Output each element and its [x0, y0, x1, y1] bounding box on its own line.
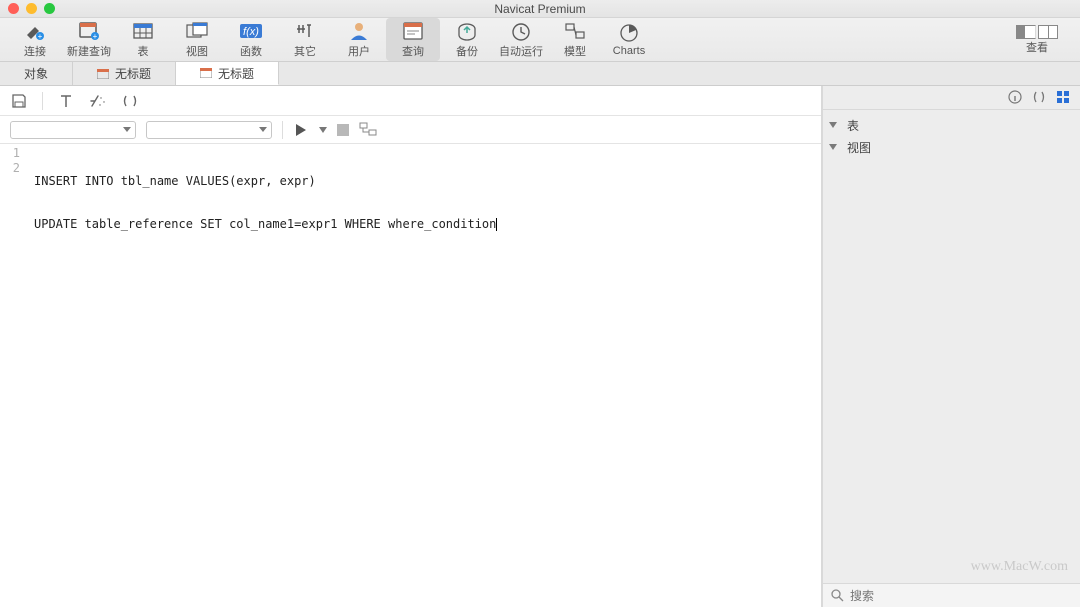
toolbar-label: 备份 — [456, 43, 478, 59]
divider — [282, 121, 283, 139]
explain-icon[interactable] — [359, 122, 377, 138]
toolbar-label: 查询 — [402, 43, 424, 59]
table-mini-icon — [200, 68, 212, 78]
beautify-icon[interactable] — [89, 92, 107, 110]
plug-icon: + — [22, 20, 48, 42]
titlebar: Navicat Premium — [0, 0, 1080, 18]
code-line: INSERT INTO tbl_name VALUES(expr, expr) — [34, 174, 815, 189]
format-icon[interactable] — [57, 92, 75, 110]
toolbar-model-button[interactable]: 模型 — [548, 18, 602, 61]
tools-icon — [292, 20, 318, 42]
tab-untitled-2[interactable]: 无标题 — [176, 62, 279, 85]
table-mini-icon — [97, 69, 109, 79]
search-icon — [831, 589, 844, 602]
divider — [42, 92, 43, 110]
new-query-icon: + — [76, 20, 102, 42]
tree-item-label: 表 — [847, 117, 859, 134]
run-button[interactable] — [293, 122, 309, 138]
toolbar-label: 新建查询 — [67, 43, 111, 59]
chart-icon — [616, 22, 642, 44]
editor-toolbar — [0, 86, 821, 116]
backup-icon — [454, 20, 480, 42]
sql-editor[interactable]: 12 INSERT INTO tbl_name VALUES(expr, exp… — [0, 144, 821, 607]
document-tabs: 对象 无标题 无标题 — [0, 62, 1080, 86]
toolbar-label: Charts — [613, 45, 645, 57]
svg-text:+: + — [93, 32, 98, 41]
view-mode-group: 查看 — [1002, 18, 1072, 61]
tab-untitled-1[interactable]: 无标题 — [73, 62, 176, 85]
view-icon — [184, 20, 210, 42]
stop-button[interactable] — [337, 124, 349, 136]
view-label: 查看 — [1026, 39, 1048, 55]
grid-view-icon[interactable] — [1056, 90, 1072, 106]
connection-combo[interactable] — [10, 121, 136, 139]
info-icon[interactable] — [1008, 90, 1024, 106]
tab-label: 无标题 — [218, 65, 254, 82]
tab-objects[interactable]: 对象 — [0, 62, 73, 85]
window-title: Navicat Premium — [0, 2, 1080, 16]
code-line: UPDATE table_reference SET col_name1=exp… — [34, 217, 815, 232]
tab-label: 对象 — [24, 65, 48, 82]
parentheses-icon[interactable] — [1032, 90, 1048, 106]
search-bar — [823, 583, 1080, 607]
toolbar-label: 表 — [138, 43, 149, 59]
search-input[interactable] — [850, 589, 1072, 603]
clock-icon — [508, 20, 534, 42]
toolbar-user-button[interactable]: 用户 — [332, 18, 386, 61]
toolbar-label: 模型 — [564, 43, 586, 59]
toolbar-backup-button[interactable]: 备份 — [440, 18, 494, 61]
save-icon[interactable] — [10, 92, 28, 110]
toolbar-new-query-button[interactable]: + 新建查询 — [62, 18, 116, 61]
toolbar-query-button[interactable]: 查询 — [386, 18, 440, 61]
query-icon — [400, 20, 426, 42]
line-gutter: 12 — [0, 144, 28, 607]
text-cursor — [496, 218, 497, 231]
toolbar-connection-button[interactable]: + 连接 — [8, 18, 62, 61]
toolbar-label: 视图 — [186, 43, 208, 59]
disclosure-icon — [829, 122, 837, 128]
svg-text:+: + — [38, 32, 43, 41]
object-tree: 表 视图 — [823, 110, 1080, 583]
table-icon — [130, 20, 156, 42]
tab-label: 无标题 — [115, 65, 151, 82]
toolbar-other-button[interactable]: 其它 — [278, 18, 332, 61]
toolbar-label: 连接 — [24, 43, 46, 59]
brackets-icon[interactable] — [121, 92, 139, 110]
toolbar-autorun-button[interactable]: 自动运行 — [494, 18, 548, 61]
toolbar-label: 其它 — [294, 43, 316, 59]
svg-text:f(x): f(x) — [243, 26, 259, 38]
tree-item-tables[interactable]: 表 — [823, 114, 1080, 136]
toolbar-function-button[interactable]: f(x) 函数 — [224, 18, 278, 61]
database-combo[interactable] — [146, 121, 272, 139]
toolbar-charts-button[interactable]: Charts — [602, 18, 656, 61]
tree-item-label: 视图 — [847, 139, 871, 156]
run-toolbar — [0, 116, 821, 144]
toolbar-label: 用户 — [348, 43, 370, 59]
run-dropdown-icon[interactable] — [319, 127, 327, 133]
right-panel-toolbar — [823, 86, 1080, 110]
toolbar-table-button[interactable]: 表 — [116, 18, 170, 61]
code-area[interactable]: INSERT INTO tbl_name VALUES(expr, expr) … — [28, 144, 821, 607]
main-toolbar: + 连接 + 新建查询 表 视图 f(x) 函数 其它 用户 查询 备份 自动运… — [0, 18, 1080, 62]
function-icon: f(x) — [238, 20, 264, 42]
toolbar-label: 自动运行 — [499, 43, 543, 59]
user-icon — [346, 20, 372, 42]
view-mode-split-button[interactable] — [1038, 25, 1058, 39]
toolbar-label: 函数 — [240, 43, 262, 59]
disclosure-icon — [829, 144, 837, 150]
model-icon — [562, 20, 588, 42]
tree-item-views[interactable]: 视图 — [823, 136, 1080, 158]
view-mode-left-button[interactable] — [1016, 25, 1036, 39]
toolbar-view-button[interactable]: 视图 — [170, 18, 224, 61]
